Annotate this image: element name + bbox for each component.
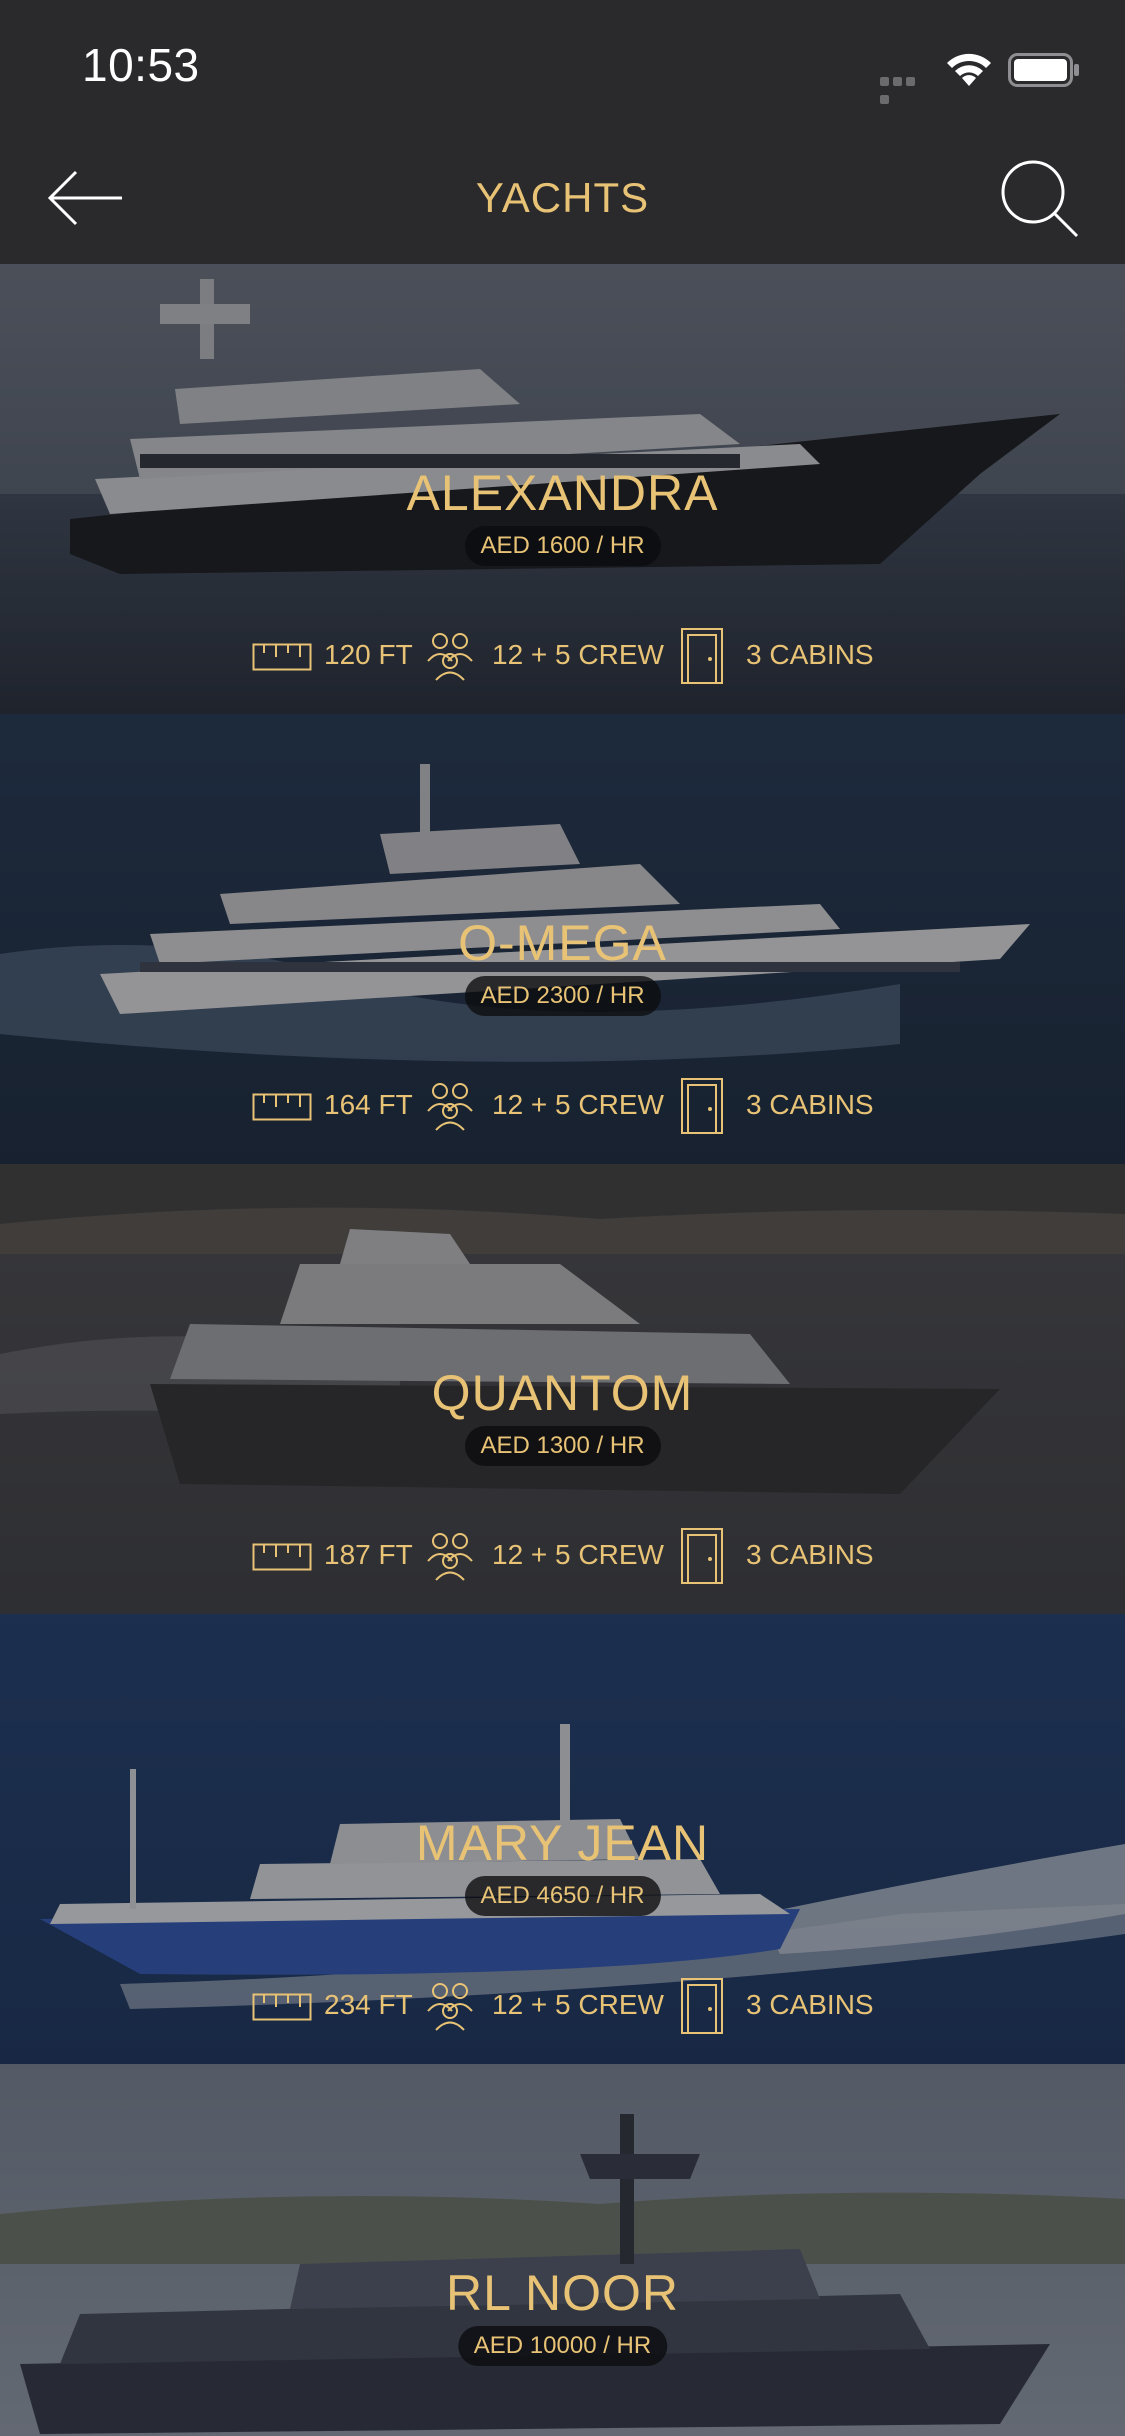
yacht-cabins: 3 CABINS (746, 639, 874, 670)
search-icon[interactable] (995, 154, 1085, 244)
page-title: YACHTS (475, 174, 650, 221)
yacht-name: RL NOOR (446, 2265, 679, 2321)
ruler-icon (252, 1993, 312, 2021)
ruler-icon (252, 1543, 312, 1571)
yacht-list[interactable]: ALEXANDRA AED 1600 / HR 120 FT 12 + 5 CR… (0, 264, 1125, 2436)
door-icon (681, 1078, 723, 1134)
navigation-bar: YACHTS (0, 132, 1125, 264)
yacht-name: O-MEGA (458, 915, 667, 971)
people-icon (427, 1533, 473, 1581)
door-icon (681, 628, 723, 684)
door-icon (681, 1528, 723, 1584)
price-badge: AED 1600 / HR (464, 526, 661, 566)
cellular-signal-icon (880, 73, 930, 104)
yacht-cabins: 3 CABINS (746, 1089, 874, 1120)
yacht-crew: 12 + 5 CREW (492, 1089, 664, 1120)
door-icon (681, 1978, 723, 2034)
price-badge: AED 1300 / HR (464, 1426, 661, 1466)
yacht-crew: 12 + 5 CREW (492, 1539, 664, 1570)
yacht-specs: 120 FT 12 + 5 CREW 3 CABINS (250, 628, 950, 684)
yacht-name: QUANTOM (431, 1365, 694, 1421)
people-icon (427, 1983, 473, 2031)
ruler-icon (252, 643, 312, 671)
yacht-card[interactable]: ALEXANDRA AED 1600 / HR 120 FT 12 + 5 CR… (0, 264, 1125, 714)
yacht-length: 164 FT (324, 1089, 413, 1120)
yacht-cabins: 3 CABINS (746, 1989, 874, 2020)
yacht-card[interactable]: RL NOOR AED 10000 / HR (0, 2064, 1125, 2436)
yacht-card[interactable]: QUANTOM AED 1300 / HR 187 FT 12 + 5 CREW… (0, 1164, 1125, 1614)
yacht-crew: 12 + 5 CREW (492, 1989, 664, 2020)
yacht-cabins: 3 CABINS (746, 1539, 874, 1570)
price-badge: AED 4650 / HR (464, 1876, 661, 1916)
status-bar: 10:53 (0, 0, 1125, 132)
yacht-length: 187 FT (324, 1539, 413, 1570)
yacht-length: 234 FT (324, 1989, 413, 2020)
yacht-card[interactable]: O-MEGA AED 2300 / HR 164 FT 12 + 5 CREW … (0, 714, 1125, 1164)
yacht-card[interactable]: MARY JEAN AED 4650 / HR 234 FT 12 + 5 CR… (0, 1614, 1125, 2064)
wifi-icon (947, 53, 991, 86)
people-icon (427, 1083, 473, 1131)
ruler-icon (252, 1093, 312, 1121)
yacht-length: 120 FT (324, 639, 413, 670)
people-icon (427, 633, 473, 681)
price-badge: AED 2300 / HR (464, 976, 661, 1016)
yacht-specs: 187 FT 12 + 5 CREW 3 CABINS (250, 1528, 950, 1584)
yacht-specs: 234 FT 12 + 5 CREW 3 CABINS (250, 1978, 950, 2034)
yacht-crew: 12 + 5 CREW (492, 639, 664, 670)
battery-icon (1008, 53, 1079, 87)
status-time: 10:53 (82, 39, 200, 91)
yacht-name: ALEXANDRA (406, 465, 719, 521)
price-badge: AED 10000 / HR (457, 2326, 668, 2366)
yacht-specs: 164 FT 12 + 5 CREW 3 CABINS (250, 1078, 950, 1134)
yacht-name: MARY JEAN (415, 1815, 710, 1871)
